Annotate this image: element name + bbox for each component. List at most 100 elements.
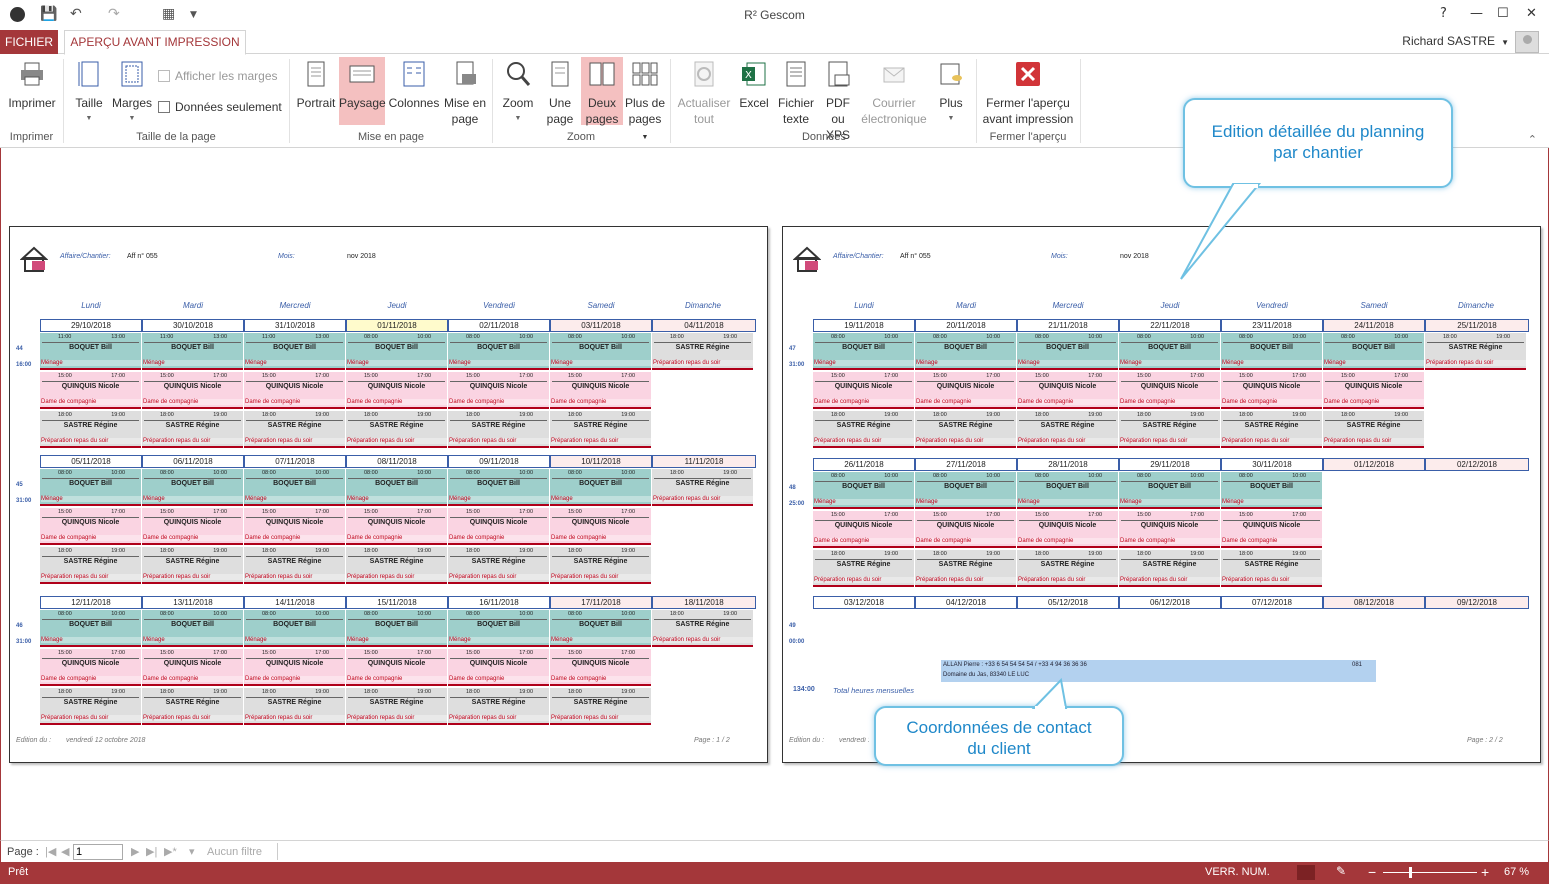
- event-person: SASTRE Régine: [573, 558, 628, 565]
- event-times: 15:00 17:00: [40, 373, 141, 381]
- event-person: BOQUET Bill: [171, 480, 214, 487]
- event-times: 18:00 19:00: [813, 412, 914, 420]
- close-preview-button[interactable]: Fermer l'aperçu avant impression: [980, 57, 1076, 127]
- event-times: 08:00 10:00: [448, 611, 549, 619]
- columns-button[interactable]: Colonnes: [388, 57, 440, 111]
- event-end: 19:00: [1088, 551, 1102, 557]
- event-divider: [144, 517, 241, 518]
- next-page-icon[interactable]: ▶: [131, 845, 139, 858]
- planning-event: 08:00 10:00 BOQUET Bill Ménage: [1119, 333, 1221, 370]
- event-person: SASTRE Régine: [267, 422, 322, 429]
- event-task: Ménage: [1018, 360, 1118, 366]
- text-file-button[interactable]: Fichier texte: [775, 57, 817, 127]
- user-name[interactable]: Richard SASTRE: [1402, 34, 1495, 48]
- print-preview-view-icon[interactable]: [1297, 865, 1315, 880]
- planning-event: 18:00 19:00 SASTRE Régine Préparation repas…: [652, 333, 754, 370]
- size-button[interactable]: Taille ▼: [70, 57, 108, 127]
- planning-event: 08:00 10:00 BOQUET Bill Ménage: [1221, 333, 1323, 370]
- event-times: 08:00 10:00: [813, 334, 914, 342]
- layout-view-icon[interactable]: ✎: [1336, 864, 1346, 878]
- event-person: QUINQUIS Nicole: [936, 383, 995, 390]
- planning-event: 08:00 10:00 BOQUET Bill Ménage: [448, 333, 550, 370]
- first-page-icon[interactable]: |◀: [45, 845, 56, 858]
- event-start: 15:00: [1239, 373, 1253, 379]
- data-only-checkbox[interactable]: Données seulement: [158, 100, 282, 114]
- event-person: QUINQUIS Nicole: [1140, 383, 1199, 390]
- database-icon: [940, 63, 962, 85]
- event-task: Ménage: [1120, 499, 1220, 505]
- event-start: 18:00: [568, 412, 582, 418]
- day-date: 07/11/2018: [244, 455, 346, 468]
- event-person: SASTRE Régine: [938, 422, 993, 429]
- collapse-ribbon-icon[interactable]: ⌃: [1528, 133, 1537, 146]
- minimize-button[interactable]: —: [1470, 6, 1483, 21]
- event-times: 15:00 17:00: [550, 650, 651, 658]
- print-preview-area[interactable]: Affaire/Chantier: Aff n° 055 Mois: nov 2018…: [0, 98, 1549, 840]
- event-end: 10:00: [519, 611, 533, 617]
- event-person: SASTRE Régine: [573, 699, 628, 706]
- refresh-all-button[interactable]: Actualiser tout: [675, 57, 733, 127]
- event-start: 15:00: [1035, 512, 1049, 518]
- one-page-button[interactable]: Une page: [541, 57, 579, 127]
- event-start: 15:00: [262, 650, 276, 656]
- page-number-input[interactable]: [73, 844, 123, 860]
- event-divider: [42, 420, 139, 421]
- event-task: Dame de compagnie: [245, 535, 345, 541]
- event-start: 15:00: [364, 373, 378, 379]
- week-hours: 31:00: [789, 362, 805, 368]
- event-underline: [448, 407, 549, 409]
- tab-file[interactable]: FICHIER: [0, 30, 58, 54]
- weekday-header: Jeudi: [1160, 301, 1180, 310]
- event-divider: [42, 381, 139, 382]
- zoom-button[interactable]: Zoom ▼: [497, 57, 539, 127]
- event-end: 17:00: [1292, 512, 1306, 518]
- event-task: Ménage: [1120, 360, 1220, 366]
- group-separator: [670, 59, 671, 143]
- affaire-label: Affaire/Chantier:: [60, 253, 111, 260]
- show-margins-checkbox[interactable]: Afficher les marges: [158, 69, 278, 83]
- event-task: Ménage: [245, 360, 345, 366]
- avatar[interactable]: [1515, 31, 1539, 53]
- zoom-slider[interactable]: [1383, 872, 1477, 873]
- event-times: 08:00 10:00: [346, 334, 447, 342]
- event-person: SASTRE Régine: [471, 558, 526, 565]
- two-pages-button[interactable]: Deux pages: [581, 57, 623, 126]
- prev-page-icon[interactable]: ◀: [61, 845, 69, 858]
- close-button[interactable]: ✕: [1526, 6, 1537, 21]
- restore-button[interactable]: ☐: [1497, 6, 1509, 21]
- filter-status[interactable]: Aucun filtre: [207, 846, 262, 858]
- zoom-level[interactable]: 67 %: [1504, 866, 1529, 878]
- event-divider: [246, 342, 343, 343]
- help-button[interactable]: ?: [1440, 6, 1447, 21]
- tab-print-preview[interactable]: APERÇU AVANT IMPRESSION: [64, 30, 246, 55]
- event-start: 15:00: [160, 509, 174, 515]
- event-divider: [1223, 420, 1320, 421]
- landscape-button[interactable]: Paysage: [339, 57, 386, 125]
- zoom-slider-thumb[interactable]: [1409, 867, 1412, 878]
- page-setup-button[interactable]: Mise en page: [441, 57, 489, 127]
- event-task: Dame de compagnie: [1120, 399, 1220, 405]
- portrait-button[interactable]: Portrait: [295, 57, 337, 111]
- last-page-icon[interactable]: ▶|: [146, 845, 157, 858]
- zoom-out-icon[interactable]: −: [1368, 864, 1376, 880]
- excel-button[interactable]: X Excel: [735, 57, 773, 111]
- event-task: Ménage: [551, 637, 651, 643]
- event-start: 15:00: [262, 509, 276, 515]
- email-button[interactable]: Courrier électronique: [860, 57, 928, 127]
- planning-event: 15:00 17:00 QUINQUIS Nicole Dame de compagn…: [40, 372, 142, 409]
- new-record-icon[interactable]: ▶*: [164, 845, 177, 858]
- event-person: SASTRE Régine: [63, 558, 118, 565]
- zoom-in-icon[interactable]: +: [1481, 864, 1489, 880]
- event-task: Dame de compagnie: [449, 399, 549, 405]
- event-task: Ménage: [41, 637, 141, 643]
- planning-event: 18:00 19:00 SASTRE Régine Préparation repas…: [40, 688, 142, 725]
- event-underline: [40, 645, 141, 647]
- event-divider: [144, 658, 241, 659]
- event-underline: [142, 723, 243, 725]
- event-divider: [1325, 342, 1422, 343]
- margins-button[interactable]: Marges ▼: [110, 57, 154, 127]
- event-underline: [915, 446, 1016, 448]
- user-dropdown-icon[interactable]: ▼: [1501, 38, 1509, 47]
- print-button[interactable]: Imprimer: [4, 57, 60, 111]
- more-button[interactable]: Plus ▼: [932, 57, 970, 127]
